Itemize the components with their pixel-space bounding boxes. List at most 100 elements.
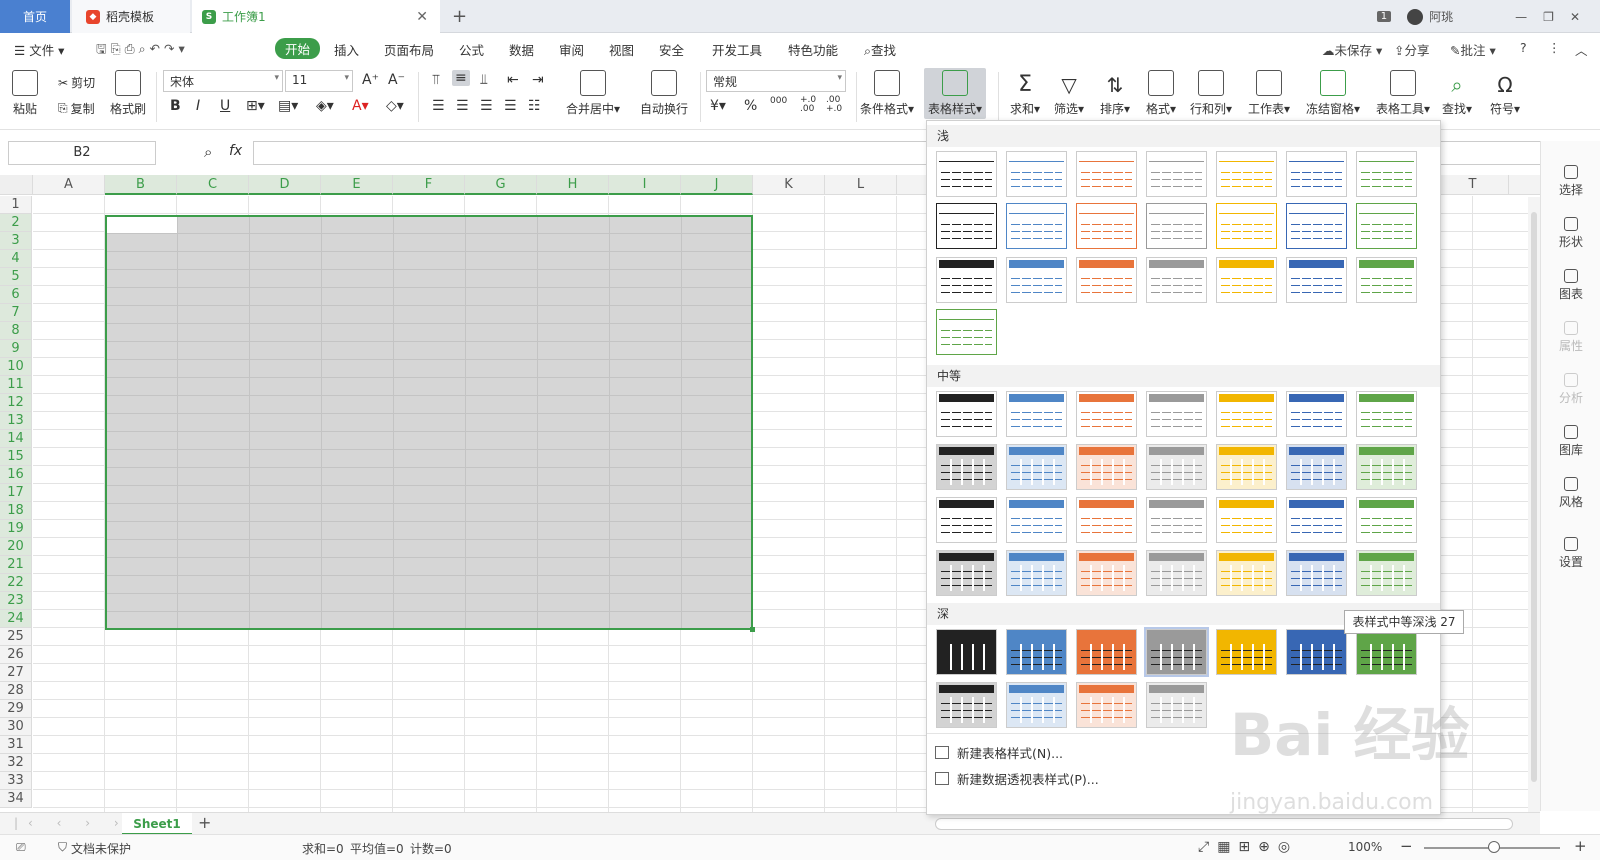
decrease-font-icon[interactable]: A⁻ — [388, 72, 405, 88]
table-style-swatch[interactable] — [1356, 391, 1417, 437]
tab-home[interactable]: 首页 — [0, 0, 70, 33]
new-tab-button[interactable]: + — [452, 0, 467, 33]
menu-tab-developer[interactable]: 开发工具 — [712, 40, 762, 59]
table-style-swatch[interactable] — [1216, 151, 1277, 197]
table-style-swatch[interactable] — [1006, 497, 1067, 543]
restore-icon[interactable]: ❐ — [1543, 10, 1554, 24]
new-pivot-style-item[interactable]: 新建数据透视表样式(P)... — [935, 769, 1099, 788]
row-header[interactable]: 28 — [0, 682, 32, 700]
row-header[interactable]: 14 — [0, 430, 32, 448]
comment-button[interactable]: ✎批注 ▾ — [1450, 40, 1496, 59]
table-style-swatch[interactable] — [1356, 444, 1417, 490]
vertical-scrollbar[interactable] — [1528, 197, 1540, 812]
row-header[interactable]: 26 — [0, 646, 32, 664]
macro-icon[interactable]: ⎚ — [16, 840, 26, 855]
row-header[interactable]: 29 — [0, 700, 32, 718]
sort-button[interactable]: ⇅ 排序▾ — [1100, 70, 1130, 117]
row-header[interactable]: 15 — [0, 448, 32, 466]
align-top-icon[interactable]: ⫪ — [432, 72, 440, 88]
conditional-format-button[interactable]: 条件格式▾ — [860, 70, 914, 117]
table-style-swatch[interactable] — [1146, 550, 1207, 596]
table-style-swatch[interactable] — [1146, 257, 1207, 303]
font-name-select[interactable]: 宋体 — [163, 70, 283, 92]
table-tools-button[interactable]: 表格工具▾ — [1376, 70, 1430, 117]
table-style-swatch[interactable] — [936, 444, 997, 490]
table-style-swatch[interactable] — [1076, 203, 1137, 249]
sheet-tab[interactable]: Sheet1 — [122, 813, 192, 835]
unsaved-status[interactable]: ☁未保存 ▾ — [1322, 40, 1382, 59]
table-style-swatch[interactable] — [936, 497, 997, 543]
panel-analysis[interactable]: 分析 — [1541, 373, 1600, 406]
table-style-swatch[interactable] — [1146, 151, 1207, 197]
percent-button[interactable]: % — [744, 98, 757, 114]
row-col-button[interactable]: 行和列▾ — [1190, 70, 1232, 117]
table-style-swatch[interactable] — [1144, 627, 1209, 677]
window-count-badge[interactable]: 1 — [1376, 11, 1392, 22]
menu-tab-insert[interactable]: 插入 — [334, 40, 359, 59]
decrease-decimal-button[interactable]: .00 +.0 — [826, 96, 848, 114]
zoom-level[interactable]: 100% — [1348, 840, 1382, 854]
underline-button[interactable]: U — [220, 98, 230, 114]
menu-tab-special[interactable]: 特色功能 — [788, 40, 838, 59]
row-header[interactable]: 5 — [0, 268, 32, 286]
symbol-button[interactable]: Ω 符号▾ — [1490, 70, 1520, 117]
table-style-swatch[interactable] — [1076, 444, 1137, 490]
row-header[interactable]: 27 — [0, 664, 32, 682]
justify-icon[interactable]: ☰ — [504, 98, 517, 114]
table-style-swatch[interactable] — [1006, 391, 1067, 437]
table-style-swatch[interactable] — [1286, 203, 1347, 249]
table-style-swatch[interactable] — [1216, 629, 1277, 675]
row-header[interactable]: 23 — [0, 592, 32, 610]
align-middle-icon[interactable]: ≡ — [452, 70, 470, 86]
format-painter-button[interactable]: 格式刷 — [110, 70, 146, 117]
filter-button[interactable]: ▽ 筛选▾ — [1054, 70, 1084, 117]
table-style-swatch[interactable] — [1216, 550, 1277, 596]
font-color-button[interactable]: A▾ — [352, 98, 369, 114]
table-style-swatch[interactable] — [1286, 391, 1347, 437]
currency-icon[interactable]: ¥▾ — [710, 98, 726, 114]
menu-tab-page-layout[interactable]: 页面布局 — [384, 40, 434, 59]
bold-button[interactable]: B — [170, 98, 181, 114]
col-header[interactable]: C — [177, 175, 249, 195]
menu-tab-review[interactable]: 审阅 — [559, 40, 584, 59]
tab-docer-templates[interactable]: ◆ 稻壳模板 — [72, 0, 190, 33]
table-style-swatch[interactable] — [1146, 203, 1207, 249]
table-style-swatch[interactable] — [1356, 151, 1417, 197]
fill-color-icon[interactable]: ◈▾ — [316, 98, 334, 114]
table-style-swatch[interactable] — [1216, 391, 1277, 437]
copy-button[interactable]: ⎘ 复制 — [58, 100, 95, 117]
row-header[interactable]: 4 — [0, 250, 32, 268]
table-style-swatch[interactable] — [1286, 257, 1347, 303]
col-header[interactable]: I — [609, 175, 681, 195]
table-style-swatch[interactable] — [1216, 257, 1277, 303]
table-style-swatch[interactable] — [1006, 151, 1067, 197]
font-size-select[interactable]: 11 — [285, 70, 353, 92]
table-style-swatch[interactable] — [1076, 682, 1137, 728]
merge-center-button[interactable]: 合并居中▾ — [566, 70, 620, 117]
table-style-swatch[interactable] — [1146, 391, 1207, 437]
table-style-swatch[interactable] — [1076, 629, 1137, 675]
selection-range[interactable] — [105, 215, 753, 630]
col-header[interactable]: K — [753, 175, 825, 195]
col-header[interactable]: E — [321, 175, 393, 195]
row-header[interactable]: 22 — [0, 574, 32, 592]
panel-shape[interactable]: 形状 — [1541, 217, 1600, 250]
row-header[interactable]: 24 — [0, 610, 32, 628]
border-icon[interactable]: ⊞▾ — [246, 98, 265, 114]
col-header[interactable]: G — [465, 175, 537, 195]
menu-tab-home[interactable]: 开始 — [275, 38, 321, 59]
cell-format-icon[interactable]: ▤▾ — [278, 98, 298, 114]
close-tab-icon[interactable]: ✕ — [416, 9, 428, 25]
row-header[interactable]: 31 — [0, 736, 32, 754]
row-header[interactable]: 13 — [0, 412, 32, 430]
table-style-swatch[interactable] — [1146, 682, 1207, 728]
row-header[interactable]: 10 — [0, 358, 32, 376]
active-cell[interactable] — [107, 217, 177, 233]
table-style-swatch[interactable] — [1356, 257, 1417, 303]
panel-gallery[interactable]: 图库 — [1541, 425, 1600, 458]
close-window-icon[interactable]: ✕ — [1570, 10, 1580, 24]
table-style-swatch[interactable] — [1146, 444, 1207, 490]
align-left-icon[interactable]: ☰ — [432, 98, 445, 114]
row-header[interactable]: 16 — [0, 466, 32, 484]
increase-decimal-button[interactable]: +.0 .00 — [800, 96, 822, 114]
